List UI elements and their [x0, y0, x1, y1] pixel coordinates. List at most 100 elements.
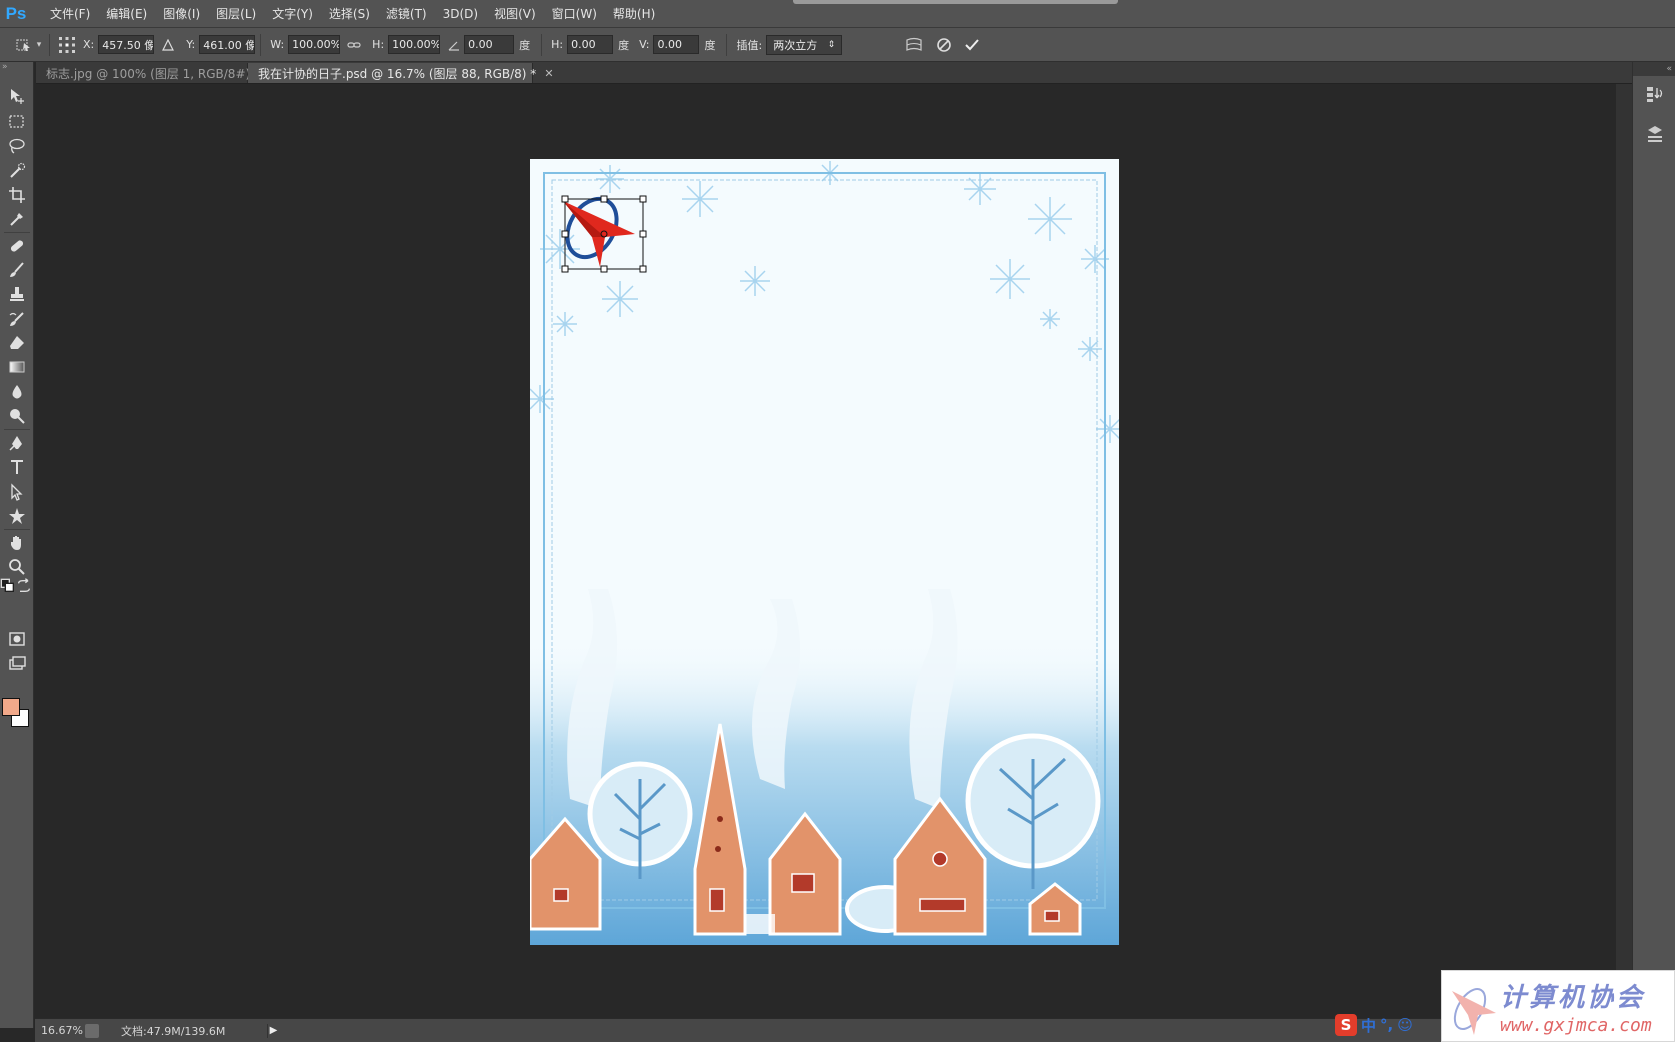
- collapse-arrows-icon[interactable]: «: [1633, 62, 1675, 76]
- tool-preset-icon[interactable]: [14, 35, 34, 55]
- menu-select[interactable]: 选择(S): [321, 0, 378, 28]
- doc-info-icon[interactable]: [85, 1023, 99, 1038]
- options-bar: ▾ X: 457.50 像素 Y: 461.00 像素 W: 100.00% H…: [0, 28, 1675, 62]
- gradient-tool-icon[interactable]: [4, 355, 30, 379]
- canvas-area[interactable]: [35, 84, 1616, 1024]
- watermark-logo-icon: [1452, 988, 1496, 1035]
- warp-mode-icon[interactable]: [904, 35, 924, 55]
- menu-layer[interactable]: 图层(L): [208, 0, 264, 28]
- eyedropper-tool-icon[interactable]: [4, 207, 30, 231]
- interpolation-value: 两次立方: [773, 38, 818, 52]
- path-select-tool-icon[interactable]: [4, 480, 30, 504]
- divider: [260, 33, 262, 56]
- document-tabs: 标志.jpg @ 100% (图层 1, RGB/8#) * ✕ 我在计协的日子…: [36, 62, 1632, 84]
- ime-emoji-icon[interactable]: ☺: [1397, 1016, 1413, 1034]
- default-colors-icon[interactable]: [0, 578, 16, 593]
- x-label: X:: [83, 38, 95, 51]
- vskew-unit: 度: [704, 38, 716, 52]
- divider: [49, 33, 50, 56]
- hskew-field[interactable]: 0.00: [567, 35, 614, 54]
- rotate-field[interactable]: 0.00: [464, 35, 515, 54]
- link-icon[interactable]: [344, 35, 364, 55]
- hskew-unit: 度: [618, 38, 630, 52]
- tab-label: 标志.jpg @ 100% (图层 1, RGB/8#) *: [46, 66, 260, 81]
- properties-panel-icon[interactable]: [1643, 122, 1667, 146]
- width-field[interactable]: 100.00%: [288, 35, 341, 54]
- quick-mask-icon[interactable]: [4, 627, 30, 651]
- delta-icon[interactable]: [158, 35, 178, 55]
- zoom-level[interactable]: 16.67%: [35, 1024, 85, 1037]
- hskew-label: H:: [551, 38, 564, 51]
- screen-mode-icon[interactable]: [4, 652, 30, 676]
- dodge-tool-icon[interactable]: [4, 404, 30, 428]
- cancel-transform-icon[interactable]: [934, 35, 954, 55]
- site-watermark: 计算机协会 www.gxjmca.com: [1441, 970, 1675, 1042]
- quick-select-tool-icon[interactable]: [4, 159, 30, 183]
- eraser-tool-icon[interactable]: [4, 331, 30, 355]
- x-field[interactable]: 457.50 像素: [98, 35, 155, 54]
- menu-edit[interactable]: 编辑(E): [98, 0, 155, 28]
- swap-colors-icon[interactable]: [16, 578, 32, 593]
- vskew-field[interactable]: 0.00: [653, 35, 700, 54]
- crop-tool-icon[interactable]: [4, 183, 30, 207]
- close-icon[interactable]: ✕: [544, 67, 553, 80]
- shape-tool-icon[interactable]: [4, 504, 30, 528]
- menu-filter[interactable]: 滤镜(T): [378, 0, 435, 28]
- blur-tool-icon[interactable]: [4, 380, 30, 404]
- brush-tool-icon[interactable]: [4, 258, 30, 282]
- interpolation-label: 插值:: [736, 38, 763, 52]
- workspace-switcher-edge[interactable]: [793, 0, 1118, 4]
- menu-view[interactable]: 视图(V): [486, 0, 544, 28]
- w-label: W:: [270, 38, 285, 51]
- tools-panel: »: [0, 62, 34, 1028]
- history-brush-tool-icon[interactable]: [4, 307, 30, 331]
- ime-toolbar: S 中 °, ☺: [1335, 1011, 1450, 1039]
- foreground-color-swatch[interactable]: [2, 698, 20, 716]
- app-logo: Ps: [5, 3, 27, 23]
- menu-file[interactable]: 文件(F): [42, 0, 98, 28]
- vertical-scrollbar[interactable]: [1616, 84, 1632, 1024]
- document-size: 文档:47.9M/139.6M: [121, 1024, 226, 1038]
- menu-image[interactable]: 图像(I): [155, 0, 208, 28]
- type-tool-icon[interactable]: [4, 455, 30, 479]
- menu-help[interactable]: 帮助(H): [605, 0, 663, 28]
- zoom-tool-icon[interactable]: [4, 555, 30, 579]
- rotate-unit: 度: [519, 38, 531, 52]
- menu-type[interactable]: 文字(Y): [264, 0, 321, 28]
- watermark-url: www.gxjmca.com: [1500, 1015, 1652, 1036]
- tab-label: 我在计协的日子.psd @ 16.7% (图层 88, RGB/8) *: [258, 66, 537, 81]
- history-panel-icon[interactable]: [1643, 82, 1667, 106]
- marquee-tool-icon[interactable]: [4, 110, 30, 134]
- status-menu-arrow-icon[interactable]: ▶: [267, 1023, 279, 1038]
- move-tool-icon[interactable]: [4, 84, 30, 108]
- photoshop-window: Ps 文件(F) 编辑(E) 图像(I) 图层(L) 文字(Y) 选择(S) 滤…: [0, 0, 1675, 1042]
- h-label: H:: [372, 38, 385, 51]
- rotate-angle-icon: [444, 35, 464, 55]
- height-field[interactable]: 100.00%: [388, 35, 441, 54]
- menu-window[interactable]: 窗口(W): [544, 0, 605, 28]
- menu-items: 文件(F) 编辑(E) 图像(I) 图层(L) 文字(Y) 选择(S) 滤镜(T…: [42, 0, 663, 28]
- panel-dock: «: [1632, 62, 1675, 1028]
- y-field[interactable]: 461.00 像素: [199, 35, 256, 54]
- sogou-logo-icon[interactable]: S: [1335, 1014, 1357, 1036]
- preset-dropdown-icon[interactable]: ▾: [34, 35, 44, 55]
- document-canvas[interactable]: [530, 159, 1119, 945]
- collapse-arrows-icon[interactable]: »: [0, 62, 33, 72]
- ime-mode[interactable]: 中: [1361, 1015, 1376, 1036]
- reference-point-icon[interactable]: [55, 35, 79, 55]
- commit-transform-icon[interactable]: [962, 35, 982, 55]
- divider: [726, 33, 728, 56]
- interpolation-select[interactable]: 两次立方 ⇕: [766, 34, 843, 55]
- lasso-tool-icon[interactable]: [4, 134, 30, 158]
- healing-brush-tool-icon[interactable]: [4, 234, 30, 258]
- document-artwork: [530, 159, 1119, 945]
- select-arrows-icon: ⇕: [827, 39, 836, 50]
- clone-stamp-tool-icon[interactable]: [4, 282, 30, 306]
- tab-logo-jpg[interactable]: 标志.jpg @ 100% (图层 1, RGB/8#) * ✕: [36, 63, 277, 83]
- hand-tool-icon[interactable]: [4, 531, 30, 555]
- tab-main-psd[interactable]: 我在计协的日子.psd @ 16.7% (图层 88, RGB/8) * ✕: [248, 63, 554, 83]
- pen-tool-icon[interactable]: [4, 431, 30, 455]
- ime-punctuation[interactable]: °,: [1380, 1016, 1393, 1034]
- watermark-title: 计算机协会: [1500, 983, 1646, 1013]
- menu-3d[interactable]: 3D(D): [435, 0, 486, 28]
